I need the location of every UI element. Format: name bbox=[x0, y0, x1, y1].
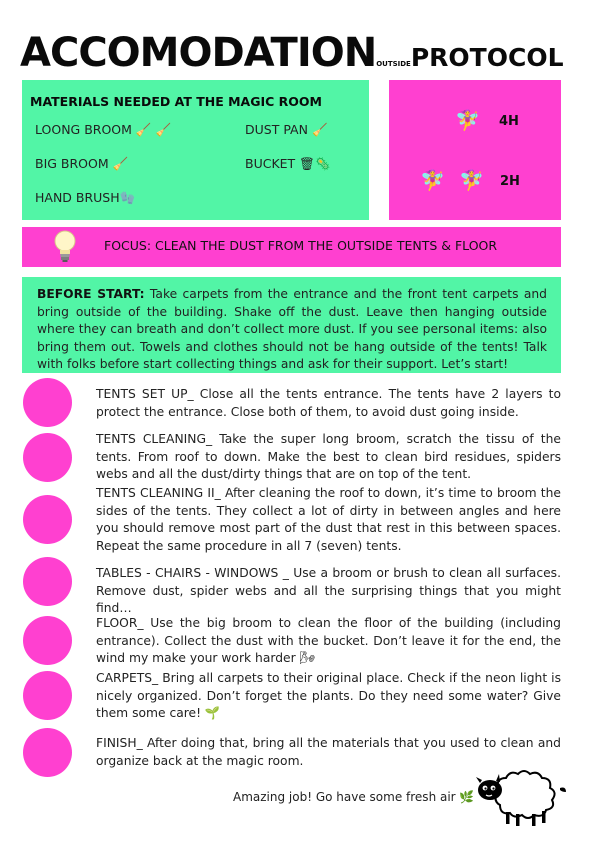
page-title: ACCOMODATIONOUTSIDEPROTOCOL bbox=[20, 30, 564, 78]
step-bullet bbox=[23, 557, 72, 606]
dustpan-icon: 🧹 bbox=[311, 122, 328, 137]
material-item: BUCKET 🗑🦠 bbox=[245, 156, 331, 171]
time-estimate-box: 🧚‍♀️ 4H 🧚‍♀️ 🧚‍♀️ 2H bbox=[389, 80, 561, 220]
focus-text: FOCUS: CLEAN THE DUST FROM THE OUTSIDE T… bbox=[104, 238, 498, 253]
fairy-icon: 🧚‍♀️ bbox=[420, 168, 445, 192]
before-start-box: BEFORE START: Take carpets from the entr… bbox=[22, 277, 561, 373]
step-carpets: CARPETS_ Bring all carpets to their orig… bbox=[96, 671, 561, 720]
material-item: LOONG BROOM 🧹 🧹 bbox=[35, 122, 172, 137]
step-bullet bbox=[23, 728, 72, 777]
bucket-icon: 🗑🦠 bbox=[299, 156, 331, 171]
step-tents-cleaning: TENTS CLEANING_ Take the super long broo… bbox=[96, 432, 561, 481]
step-finish: FINISH_ After doing that, bring all the … bbox=[96, 736, 561, 768]
title-main: ACCOMODATION bbox=[20, 30, 377, 76]
broom-icon: 🧹 🧹 bbox=[135, 122, 172, 137]
material-item: BIG BROOM 🧹 bbox=[35, 156, 129, 171]
step-floor: FLOOR_ Use the big broom to clean the fl… bbox=[96, 616, 561, 665]
before-start-label: BEFORE START: bbox=[37, 287, 145, 301]
material-item: DUST PAN 🧹 bbox=[245, 122, 328, 137]
step-tents-cleaning-2: TENTS CLEANING II_ After cleaning the ro… bbox=[96, 486, 561, 553]
materials-heading: MATERIALS NEEDED AT THE MAGIC ROOM bbox=[30, 94, 322, 109]
step-bullet bbox=[23, 495, 72, 544]
before-start-paragraph: BEFORE START: Take carpets from the entr… bbox=[37, 286, 547, 374]
glove-icon: 🧤 bbox=[119, 190, 136, 205]
focus-banner: FOCUS: CLEAN THE DUST FROM THE OUTSIDE T… bbox=[22, 227, 561, 267]
title-small: OUTSIDE bbox=[376, 60, 411, 68]
title-protocol: PROTOCOL bbox=[410, 43, 564, 72]
sheep-icon bbox=[476, 770, 566, 826]
step-tents-setup: TENTS SET UP_ Close all the tents entran… bbox=[96, 387, 561, 419]
broom-icon: 🧹 bbox=[112, 156, 129, 171]
fairy-icon: 🧚‍♀️ bbox=[455, 108, 480, 132]
step-tables-chairs: TABLES - CHAIRS - WINDOWS _ Use a broom … bbox=[96, 566, 561, 615]
step-bullet bbox=[23, 616, 72, 665]
time-one-person: 4H bbox=[499, 114, 519, 129]
material-item: HAND BRUSH🧤 bbox=[35, 190, 136, 205]
materials-box: MATERIALS NEEDED AT THE MAGIC ROOM LOONG… bbox=[22, 80, 369, 220]
step-bullet bbox=[23, 433, 72, 482]
closing-message: Amazing job! Go have some fresh air 🌿 bbox=[233, 790, 475, 804]
fairy-icon: 🧚‍♀️ bbox=[459, 168, 484, 192]
step-bullet bbox=[23, 671, 72, 720]
lightbulb-icon bbox=[54, 230, 76, 262]
time-two-people: 2H bbox=[500, 174, 520, 189]
step-bullet bbox=[23, 378, 72, 427]
